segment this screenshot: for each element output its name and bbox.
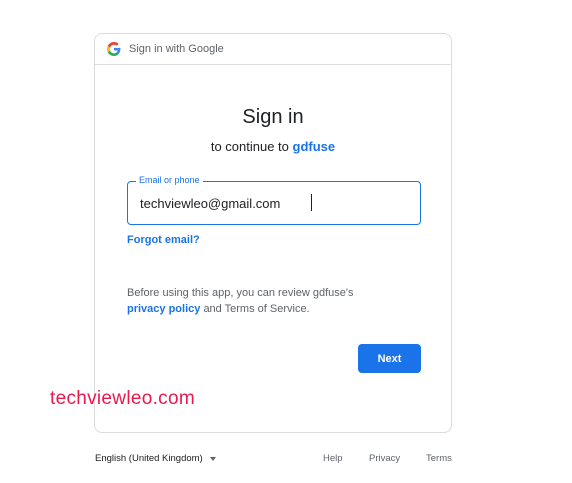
card-header: Sign in with Google [95, 34, 451, 65]
email-field-label: Email or phone [136, 175, 203, 185]
text-caret [311, 194, 312, 211]
signin-card: Sign in with Google Sign in to continue … [94, 33, 452, 433]
footer: English (United Kingdom) Help Privacy Te… [95, 453, 455, 469]
app-name-link[interactable]: gdfuse [293, 139, 336, 154]
language-selector[interactable]: English (United Kingdom) [95, 453, 216, 464]
email-field[interactable]: Email or phone [127, 175, 421, 225]
privacy-link[interactable]: Privacy [369, 453, 400, 464]
privacy-policy-link[interactable]: privacy policy [127, 303, 200, 315]
watermark-text: techviewleo.com [50, 388, 195, 409]
subtitle: to continue to gdfuse [95, 139, 451, 154]
terms-link[interactable]: Terms [426, 453, 452, 464]
subtitle-prefix: to continue to [210, 139, 289, 154]
notice-text-after: and Terms of Service. [203, 303, 310, 315]
next-button[interactable]: Next [358, 344, 421, 373]
language-label: English (United Kingdom) [95, 453, 203, 464]
help-link[interactable]: Help [323, 453, 343, 464]
email-input[interactable] [140, 196, 400, 211]
privacy-notice: Before using this app, you can review gd… [127, 285, 427, 317]
notice-text-before: Before using this app, you can review gd… [127, 287, 354, 299]
chevron-down-icon [209, 456, 216, 461]
page-title: Sign in [242, 106, 304, 128]
header-title: Sign in with Google [129, 43, 224, 55]
forgot-email-link[interactable]: Forgot email? [127, 234, 200, 246]
google-g-icon [107, 42, 121, 56]
